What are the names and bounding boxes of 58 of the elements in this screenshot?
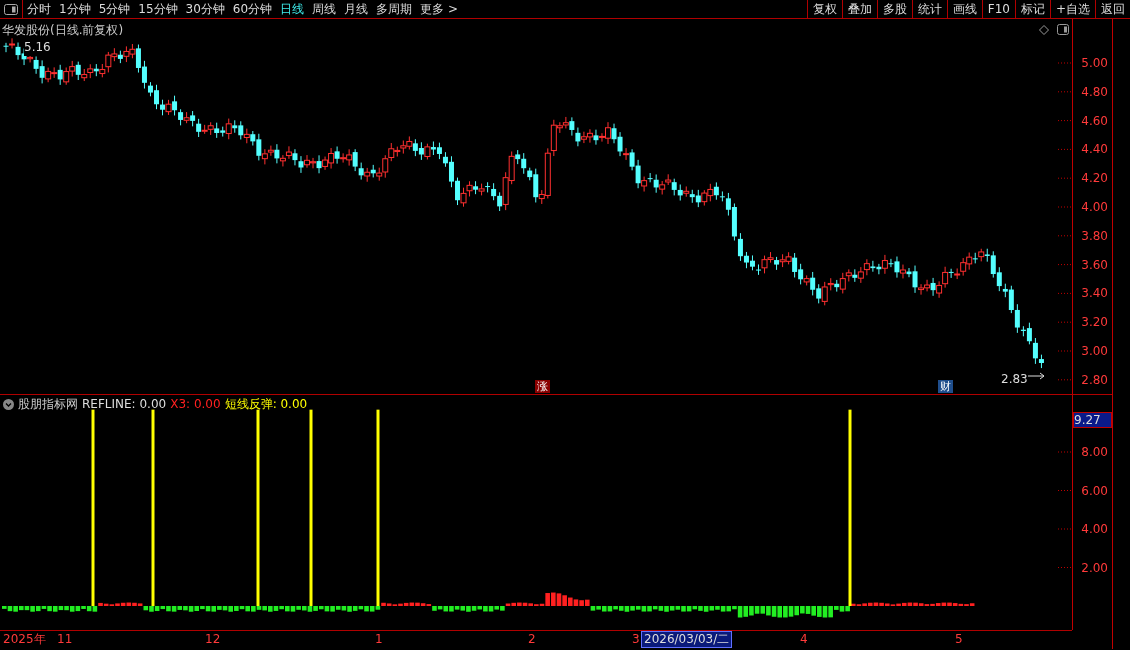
panel-toggle-icon[interactable]	[4, 3, 18, 15]
axis-label: 4.00	[1081, 522, 1108, 536]
toolbar-button[interactable]: 统计	[911, 0, 947, 18]
axis-label: 3.20	[1081, 315, 1108, 330]
period-tab[interactable]: 60分钟	[228, 0, 277, 18]
date-label: 1	[375, 632, 383, 647]
date-label: 2	[528, 632, 536, 647]
period-tab[interactable]: 分时	[23, 0, 55, 18]
date-label: 11	[57, 632, 73, 647]
indicator-value: REFLINE: 0.00	[82, 396, 167, 413]
chart-title: 华发股份(日线.前复权)	[2, 22, 124, 39]
collapse-icon[interactable]	[3, 398, 14, 410]
event-marker: 财	[938, 380, 953, 393]
low-price-label: 2.83	[1001, 371, 1028, 388]
axis-label: 3.80	[1081, 228, 1108, 243]
period-tab[interactable]: 日线	[276, 0, 309, 18]
date-label: 2025年	[3, 632, 46, 647]
period-tab[interactable]: 多周期	[372, 0, 417, 18]
event-marker: 涨	[535, 380, 550, 393]
axis-label: 4.00	[1081, 200, 1108, 214]
date-label: 4	[800, 632, 808, 647]
toolbar-button[interactable]: 画线	[946, 0, 982, 18]
toolbar-button[interactable]: +自选	[1049, 0, 1095, 18]
panel-toggle-icon[interactable]	[1057, 24, 1069, 35]
current-value-label: 9.27	[1073, 412, 1112, 428]
axis-label: 8.00	[1081, 445, 1108, 459]
toolbar-button[interactable]: 标记	[1014, 0, 1050, 18]
period-tab[interactable]: 更多 >	[416, 0, 462, 18]
date-label: 2026/03/03/二	[642, 632, 732, 647]
axis-label: 4.80	[1081, 84, 1108, 99]
toolbar-button[interactable]: 返回	[1095, 0, 1130, 18]
indicator-value: X3: 0.00	[170, 396, 221, 413]
toolbar-button[interactable]: 多股	[876, 0, 912, 18]
axis-label: 4.60	[1081, 113, 1108, 128]
axis-label: 3.60	[1081, 257, 1108, 272]
toolbar-button[interactable]: 复权	[806, 0, 842, 18]
indicator-value: 短线反弹: 0.00	[224, 396, 308, 413]
date-label: 5	[955, 632, 963, 647]
axis-label: 3.40	[1081, 286, 1108, 301]
period-tab[interactable]: 15分钟	[134, 0, 182, 18]
axis-label: 6.00	[1081, 483, 1108, 498]
axis-label: 4.20	[1081, 171, 1108, 186]
axis-label: 2.80	[1081, 372, 1108, 387]
axis-label: 2.00	[1081, 560, 1108, 575]
axis-label: 3.00	[1081, 344, 1108, 358]
toolbar-button[interactable]: F10	[981, 0, 1015, 18]
indicator-name: 股朋指标网	[18, 396, 78, 413]
period-tab[interactable]: 1分钟	[55, 0, 95, 18]
period-tab[interactable]: 月线	[340, 0, 373, 18]
axis-label: 4.40	[1081, 142, 1108, 157]
toolbar-button[interactable]: 叠加	[841, 0, 877, 18]
axis-label: 5.00	[1081, 56, 1108, 70]
period-tab[interactable]: 周线	[308, 0, 341, 18]
period-tab[interactable]: 30分钟	[181, 0, 229, 18]
period-tab[interactable]: 5分钟	[94, 0, 135, 18]
date-label: 3	[632, 632, 640, 647]
date-label: 12	[205, 632, 221, 647]
arrow-icon	[1027, 372, 1045, 380]
